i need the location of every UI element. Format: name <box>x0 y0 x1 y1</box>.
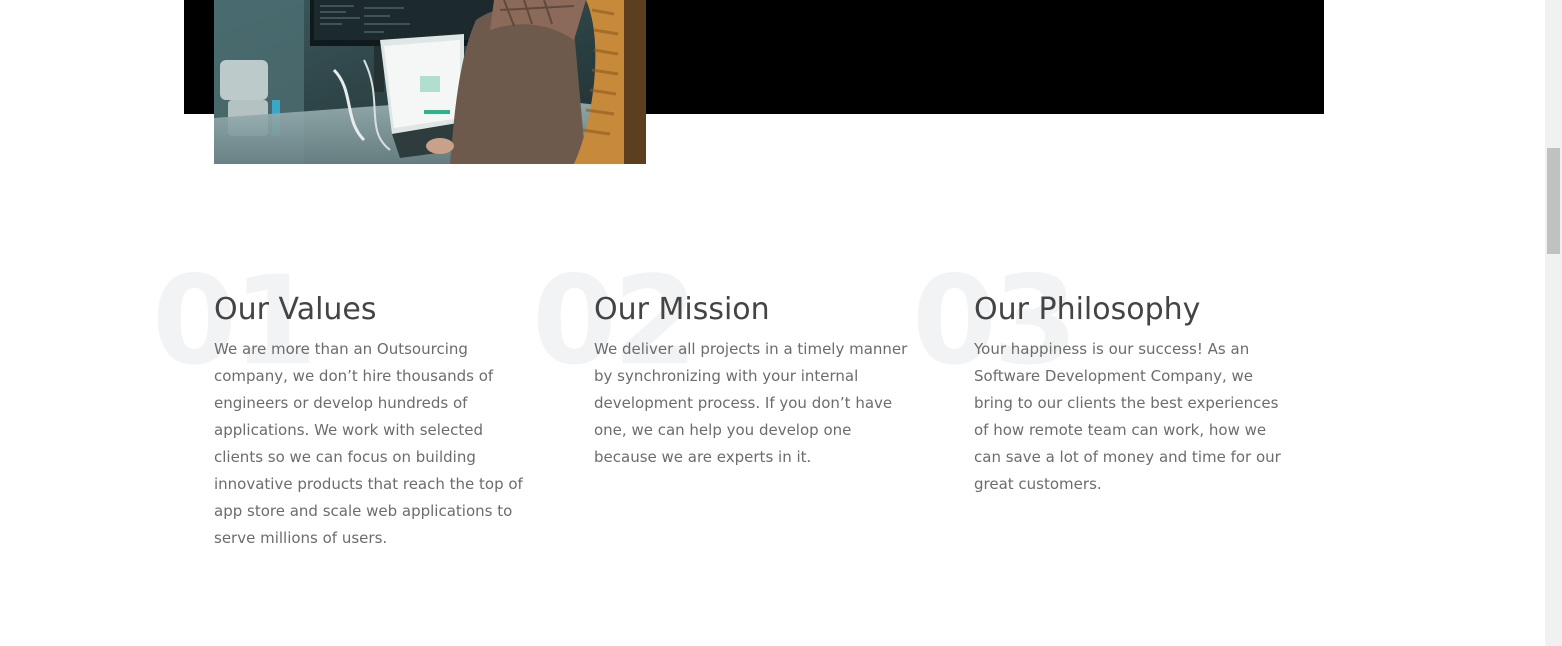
feature-description: Your happiness is our success! As an Sof… <box>974 340 1281 493</box>
hero-photo <box>214 0 646 164</box>
feature-title: Our Values <box>214 292 377 327</box>
feature-title: Our Philosophy <box>974 292 1201 327</box>
feature-description: We deliver all projects in a timely mann… <box>594 340 908 466</box>
developer-photo-illustration <box>214 0 646 164</box>
scrollbar-thumb[interactable] <box>1547 148 1560 254</box>
feature-title: Our Mission <box>594 292 770 327</box>
page: 01 Our Values We are more than an Outsou… <box>0 0 1562 646</box>
feature-description: We are more than an Outsourcing company,… <box>214 340 523 547</box>
vertical-scrollbar[interactable] <box>1545 0 1562 646</box>
